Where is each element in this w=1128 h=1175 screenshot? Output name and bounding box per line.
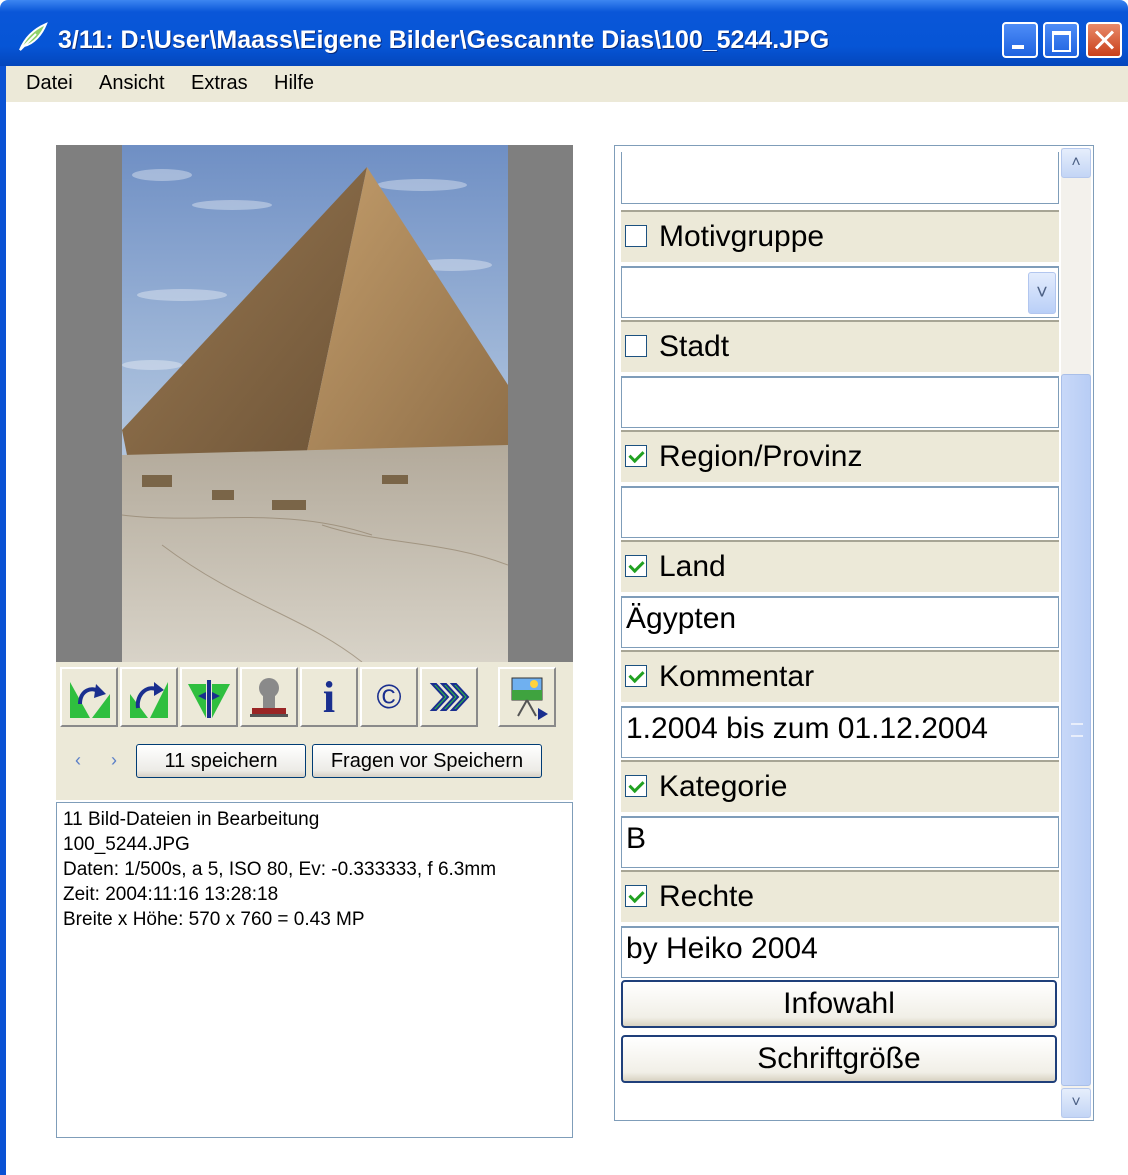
- menu-extras[interactable]: Extras: [191, 72, 248, 95]
- stadt-input[interactable]: [621, 376, 1059, 428]
- forward-icon: [429, 683, 470, 711]
- vertical-scrollbar[interactable]: ˄ ˅: [1061, 148, 1091, 1118]
- person-stamp-icon: [250, 678, 288, 717]
- rotate-right-button[interactable]: [120, 667, 178, 727]
- rotate-left-icon: [70, 682, 110, 718]
- rotate-right-icon: [130, 682, 168, 718]
- kommentar-checkbox[interactable]: [625, 665, 647, 687]
- menu-ansicht[interactable]: Ansicht: [99, 72, 165, 95]
- image-preview[interactable]: [56, 145, 573, 662]
- scrollbar-thumb[interactable]: [1061, 374, 1091, 1086]
- stadt-checkbox[interactable]: [625, 335, 647, 357]
- rotate-left-button[interactable]: [60, 667, 118, 727]
- field-header-kategorie: Kategorie: [621, 760, 1059, 812]
- previous-image-icon[interactable]: ‹: [75, 750, 81, 771]
- next-image-icon[interactable]: ›: [111, 750, 117, 771]
- copyright-icon: ©: [376, 677, 402, 716]
- field-header-land: Land: [621, 540, 1059, 592]
- menu-bar: Datei Ansicht Extras Hilfe: [6, 66, 1128, 102]
- minimize-button[interactable]: [1002, 22, 1038, 58]
- feather-icon: [19, 22, 48, 51]
- motivgruppe-checkbox[interactable]: [625, 225, 647, 247]
- region-input[interactable]: [621, 486, 1059, 538]
- info-line: Zeit: 2004:11:16 13:28:18: [63, 884, 279, 905]
- menu-datei[interactable]: Datei: [26, 72, 73, 95]
- save-button[interactable]: 11 speichern: [136, 744, 306, 778]
- forward-button[interactable]: [420, 667, 478, 727]
- field-label: Region/Provinz: [659, 440, 863, 473]
- image-navigator[interactable]: ‹ ›: [60, 744, 132, 776]
- kategorie-checkbox[interactable]: [625, 775, 647, 797]
- menu-hilfe[interactable]: Hilfe: [274, 72, 314, 95]
- chevron-down-icon[interactable]: ˅: [1028, 272, 1056, 314]
- field-header-kommentar: Kommentar: [621, 650, 1059, 702]
- motivgruppe-combobox[interactable]: ˅: [621, 266, 1059, 318]
- previous-field-input[interactable]: [621, 152, 1059, 204]
- pyramid-photo: [122, 145, 508, 662]
- field-label: Kommentar: [659, 660, 815, 693]
- field-header-rechte: Rechte: [621, 870, 1059, 922]
- stamp-button[interactable]: [240, 667, 298, 727]
- field-label: Motivgruppe: [659, 220, 825, 253]
- land-checkbox[interactable]: [625, 555, 647, 577]
- land-input[interactable]: Ägypten: [621, 596, 1059, 648]
- flip-icon: [188, 680, 230, 718]
- slideshow-button[interactable]: [498, 667, 556, 727]
- kategorie-input[interactable]: B: [621, 816, 1059, 868]
- field-header-region: Region/Provinz: [621, 430, 1059, 482]
- window-title: 3/11: D:\User\Maass\Eigene Bilder\Gescan…: [58, 26, 830, 54]
- title-bar[interactable]: 3/11: D:\User\Maass\Eigene Bilder\Gescan…: [0, 0, 1128, 66]
- rechte-checkbox[interactable]: [625, 885, 647, 907]
- rechte-input[interactable]: by Heiko 2004: [621, 926, 1059, 978]
- copyright-button[interactable]: ©: [360, 667, 418, 727]
- info-line: 100_5244.JPG: [63, 834, 190, 855]
- region-checkbox[interactable]: [625, 445, 647, 467]
- field-label: Rechte: [659, 880, 755, 913]
- window-border: [0, 66, 6, 1175]
- image-info-text[interactable]: 11 Bild-Dateien in Bearbeitung 100_5244.…: [56, 802, 573, 1138]
- font-size-button[interactable]: Schriftgröße: [621, 1035, 1057, 1083]
- scroll-up-icon[interactable]: ˄: [1061, 148, 1091, 178]
- scroll-down-icon[interactable]: ˅: [1061, 1088, 1091, 1118]
- field-header-stadt: Stadt: [621, 320, 1059, 372]
- field-label: Kategorie: [659, 770, 788, 803]
- info-line: 11 Bild-Dateien in Bearbeitung: [63, 809, 320, 830]
- infowahl-button[interactable]: Infowahl: [621, 980, 1057, 1028]
- maximize-button[interactable]: [1043, 22, 1079, 58]
- kommentar-input[interactable]: 1.2004 bis zum 01.12.2004: [621, 706, 1059, 758]
- metadata-panel: Motivgruppe ˅ Stadt Region/Provinz Land …: [614, 145, 1094, 1121]
- flip-button[interactable]: [180, 667, 238, 727]
- info-button[interactable]: i: [300, 667, 358, 727]
- info-icon: i: [322, 672, 336, 722]
- info-line: Breite x Höhe: 570 x 760 = 0.43 MP: [63, 909, 365, 930]
- field-header-motivgruppe: Motivgruppe: [621, 210, 1059, 262]
- field-label: Stadt: [659, 330, 730, 363]
- slideshow-icon: [511, 677, 548, 720]
- close-button[interactable]: [1086, 22, 1122, 58]
- ask-before-save-button[interactable]: Fragen vor Speichern: [312, 744, 542, 778]
- field-label: Land: [659, 550, 726, 583]
- grip-icon: [1071, 723, 1083, 737]
- info-line: Daten: 1/500s, a 5, ISO 80, Ev: -0.33333…: [63, 859, 497, 880]
- image-toolbar: i © ‹ › 11 speichern Fragen vor Speicher…: [56, 662, 573, 800]
